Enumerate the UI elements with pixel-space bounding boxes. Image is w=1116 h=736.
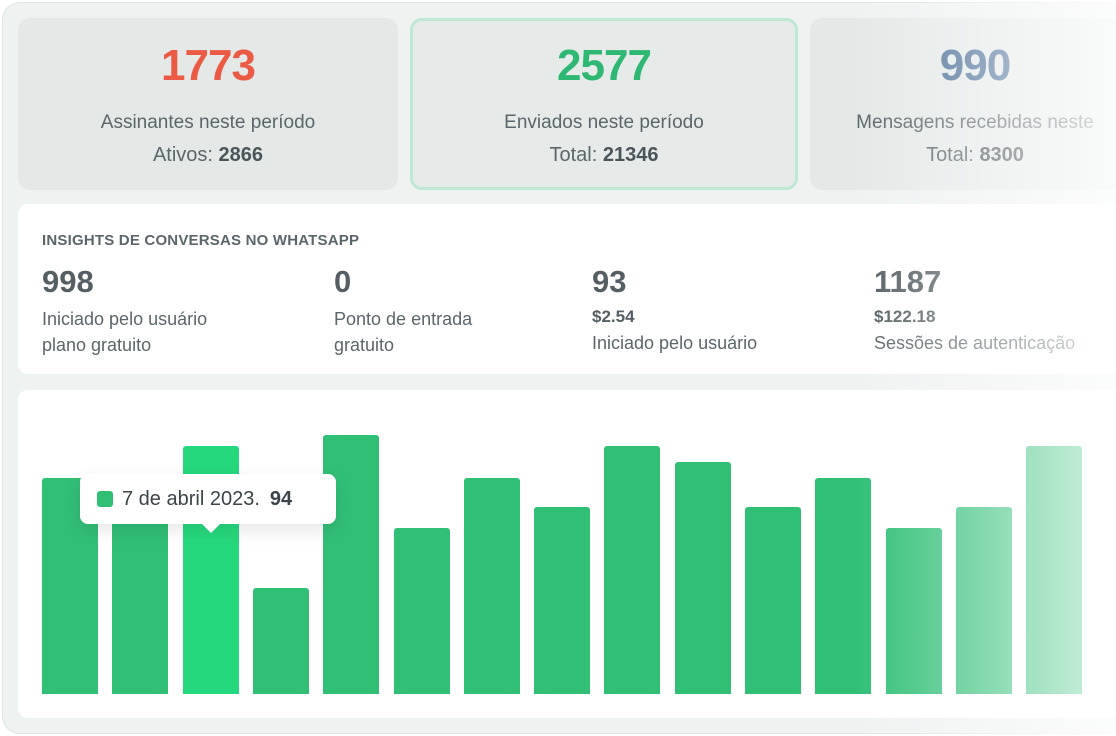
insight-label: Iniciado pelo usuário: [592, 333, 758, 353]
tooltip-arrow: [202, 524, 220, 533]
insight-label: Iniciado pelo usuário plano gratuito: [42, 306, 207, 358]
subscribers-sub-value: 2866: [218, 144, 264, 166]
chart-bar[interactable]: [323, 435, 380, 694]
insight-label-line-2: plano gratuito: [42, 335, 152, 355]
insight-price: $2.54: [592, 307, 635, 326]
chart-bar[interactable]: [885, 528, 942, 694]
subscribers-sub-label: Ativos:: [152, 144, 213, 166]
insight-value: 93: [592, 264, 627, 299]
insight-label-line-1: Ponto de entrada: [334, 309, 473, 329]
chart-bar[interactable]: [955, 507, 1012, 694]
sent-sub-label: Total:: [549, 144, 598, 166]
chart-bar[interactable]: [604, 446, 661, 694]
chart-bar[interactable]: [745, 507, 801, 694]
insight-price: $122.18: [874, 307, 936, 326]
insight-label-line-1: Iniciado pelo usuário: [42, 309, 208, 329]
tooltip-label: 7 de abril 2023.: [122, 487, 260, 510]
tooltip-swatch: [97, 491, 113, 507]
insight-label: Ponto de entrada gratuito: [334, 306, 472, 358]
subscribers-card[interactable]: 1773 Assinantes neste período Ativos: 28…: [18, 18, 398, 190]
insight-label-line-2: gratuito: [334, 335, 395, 355]
insight-value: 0: [334, 264, 352, 299]
subscribers-sub: Ativos: 2866: [18, 143, 398, 167]
received-sub-value: 8300: [979, 144, 1024, 166]
received-value: 990: [939, 41, 1011, 90]
received-sub-label: Total:: [926, 144, 974, 166]
chart-tooltip: 7 de abril 2023. 94: [80, 474, 336, 533]
received-label: Mensagens recebidas neste: [856, 112, 1094, 133]
sent-card[interactable]: 2577 Enviados neste período Total: 21346: [410, 18, 798, 190]
received-card[interactable]: 990 Mensagens recebidas neste Total: 830…: [810, 18, 1116, 190]
chart-bar[interactable]: [534, 507, 591, 694]
messages-bar-chart: [18, 390, 1116, 718]
sent-label: Enviados neste período: [504, 112, 704, 133]
insight-user-initiated: 93 $2.54 Iniciado pelo usuário: [592, 264, 757, 356]
subscribers-label: Assinantes neste período: [100, 112, 316, 133]
chart-bar[interactable]: [463, 478, 520, 694]
insights-panel: INSIGHTS DE CONVERSAS NO WHATSAPP 998 In…: [18, 204, 1116, 374]
insight-label: Sessões de autenticação: [874, 333, 1076, 353]
sent-value: 2577: [557, 41, 652, 90]
subscribers-value: 1773: [161, 41, 256, 90]
chart-bar[interactable]: [674, 462, 731, 694]
chart-bar[interactable]: [815, 478, 872, 694]
insights-title: INSIGHTS DE CONVERSAS NO WHATSAPP: [42, 232, 360, 249]
insight-free-entry-point: 0 Ponto de entrada gratuito: [334, 264, 472, 358]
chart-bar[interactable]: [252, 588, 309, 694]
sent-sub: Total: 21346: [413, 143, 795, 167]
insight-user-initiated-free: 998 Iniciado pelo usuário plano gratuito: [42, 264, 207, 358]
received-sub: Total: 8300: [810, 143, 1116, 167]
insight-value: 998: [42, 264, 94, 299]
sent-sub-value: 21346: [602, 144, 659, 166]
tooltip-value: 94: [269, 487, 293, 510]
chart-bar[interactable]: [393, 528, 450, 694]
insight-auth-sessions: 1187 $122.18 Sessões de autenticação: [874, 264, 1075, 356]
chart-bar[interactable]: [1026, 446, 1083, 694]
insight-value: 1187: [874, 264, 942, 299]
